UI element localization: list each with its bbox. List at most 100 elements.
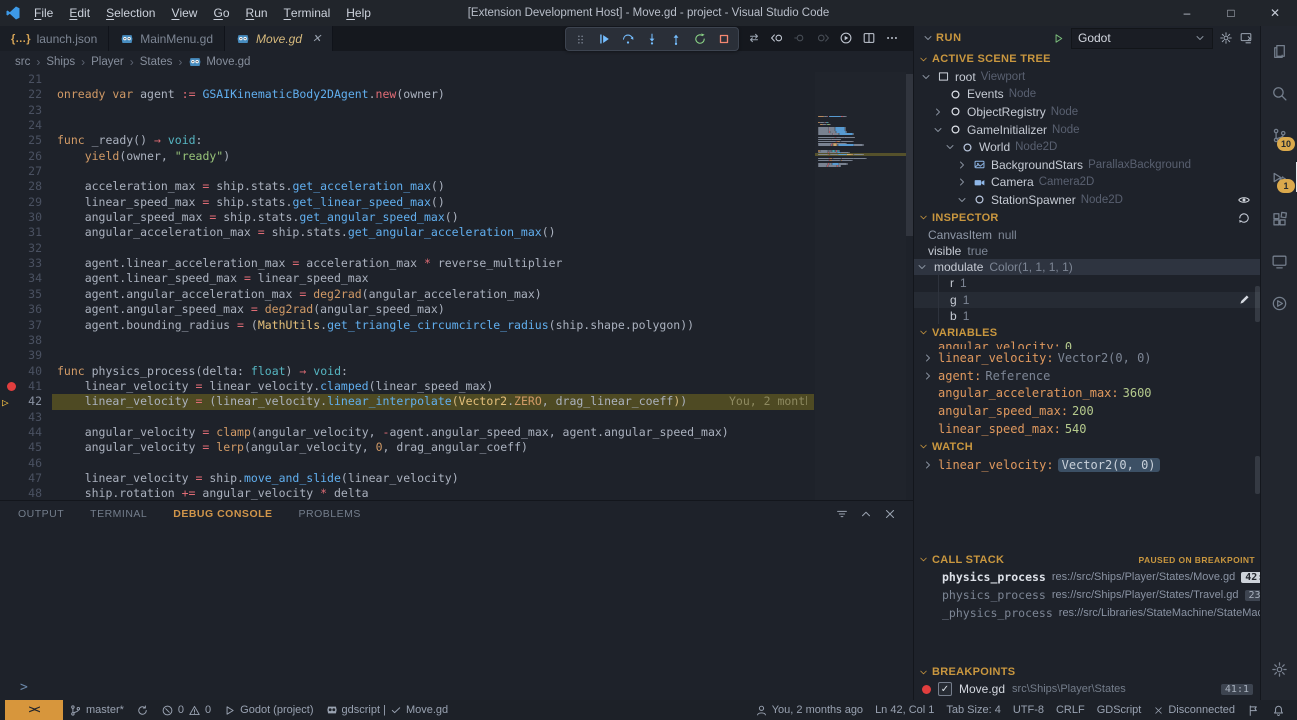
encoding-item[interactable]: UTF-8 xyxy=(1007,700,1050,720)
run-file-button[interactable] xyxy=(834,28,857,48)
menu-item-view[interactable]: View xyxy=(163,0,205,26)
section-watch[interactable]: WATCH xyxy=(914,438,1261,456)
tab-move-gd[interactable]: Move.gd✕ xyxy=(225,26,333,51)
code-line[interactable]: ▷42 linear_velocity = (linear_velocity.l… xyxy=(0,394,913,409)
close-button[interactable]: ✕ xyxy=(1253,0,1297,26)
step-over-button[interactable] xyxy=(616,29,640,49)
panel-filter-button[interactable] xyxy=(835,507,849,521)
code-line[interactable]: 31 angular_acceleration_max = ship.stats… xyxy=(0,225,913,240)
inspector-property-modulate[interactable]: modulateColor(1, 1, 1, 1) xyxy=(914,259,1261,275)
gear-icon[interactable] xyxy=(1219,31,1233,45)
code-line[interactable]: 44 angular_velocity = clamp(angular_velo… xyxy=(0,425,913,440)
eol-item[interactable]: CRLF xyxy=(1050,700,1091,720)
debug-console-prompt[interactable]: > xyxy=(20,680,28,695)
panel-tab-debug-console[interactable]: DEBUG CONSOLE xyxy=(173,508,272,520)
code-line[interactable]: 25func _ready() → void: xyxy=(0,133,913,148)
inspector-property-canvasitem[interactable]: CanvasItemnull xyxy=(914,227,1261,243)
scene-tree-item-stationspawner[interactable]: StationSpawnerNode2D xyxy=(914,191,1261,209)
code-line[interactable]: 23 xyxy=(0,103,913,118)
feedback-item[interactable] xyxy=(1241,700,1266,720)
code-line[interactable]: 32 xyxy=(0,241,913,256)
activity-search[interactable] xyxy=(1261,72,1297,114)
scene-tree-item-camera[interactable]: CameraCamera2D xyxy=(914,174,1261,192)
stop-button[interactable] xyxy=(712,29,736,49)
scene-tree-item-root[interactable]: rootViewport xyxy=(914,68,1261,86)
breadcrumb-item[interactable]: Ships xyxy=(46,56,75,68)
code-line[interactable]: 43 xyxy=(0,410,913,425)
call-stack-frame[interactable]: physics_processres://src/Ships/Player/St… xyxy=(914,586,1261,604)
tab-size-item[interactable]: Tab Size: 4 xyxy=(940,700,1006,720)
scene-tree-item-backgroundstars[interactable]: BackgroundStarsParallaxBackground xyxy=(914,156,1261,174)
minimap[interactable] xyxy=(815,72,906,500)
variable-row[interactable]: angular_acceleration_max:3600 xyxy=(914,384,1261,402)
minimize-button[interactable]: – xyxy=(1165,0,1209,26)
open-debug-console-icon[interactable] xyxy=(1239,31,1253,45)
activity-source-control[interactable]: 10 xyxy=(1261,114,1297,156)
menu-item-file[interactable]: File xyxy=(26,0,61,26)
section-breakpoints[interactable]: BREAKPOINTS xyxy=(914,663,1261,681)
breadcrumb-item[interactable]: src xyxy=(15,56,30,68)
git-branch-item[interactable]: master* xyxy=(63,700,130,720)
code-line[interactable]: 39 xyxy=(0,348,913,363)
menu-item-selection[interactable]: Selection xyxy=(98,0,163,26)
code-line[interactable]: 29 linear_speed_max = ship.stats.get_lin… xyxy=(0,195,913,210)
code-line[interactable]: 47 linear_velocity = ship.move_and_slide… xyxy=(0,471,913,486)
breadcrumb-item[interactable]: States xyxy=(140,56,173,68)
language-status-item[interactable]: gdscript |Move.gd xyxy=(320,700,455,720)
activity-explorer[interactable] xyxy=(1261,30,1297,72)
section-inspector[interactable]: INSPECTOR xyxy=(914,209,1261,227)
code-editor[interactable]: 2122onready var agent := GSAIKinematicBo… xyxy=(0,72,913,500)
code-line[interactable]: 45 angular_velocity = lerp(angular_veloc… xyxy=(0,440,913,455)
call-stack-frame[interactable]: physics_processres://src/Ships/Player/St… xyxy=(914,569,1261,587)
activity-remote-explorer[interactable] xyxy=(1261,240,1297,282)
run-project-item[interactable]: Godot (project) xyxy=(217,700,319,720)
variable-row[interactable]: linear_velocity:Vector2(0, 0) xyxy=(914,349,1261,367)
maximize-button[interactable]: □ xyxy=(1209,0,1253,26)
code-line[interactable]: 22onready var agent := GSAIKinematicBody… xyxy=(0,87,913,102)
code-line[interactable]: 24 xyxy=(0,118,913,133)
editor-scrollbar[interactable] xyxy=(906,74,913,236)
section-call-stack[interactable]: CALL STACKPAUSED ON BREAKPOINT xyxy=(914,551,1261,569)
code-line[interactable]: 30 angular_speed_max = ship.stats.get_an… xyxy=(0,210,913,225)
inspector-property-g[interactable]: g1 xyxy=(914,292,1261,308)
menu-item-go[interactable]: Go xyxy=(205,0,237,26)
start-debug-button[interactable] xyxy=(1052,32,1065,45)
panel-tab-problems[interactable]: PROBLEMS xyxy=(299,508,361,520)
code-line[interactable]: 41 linear_velocity = linear_velocity.cla… xyxy=(0,379,913,394)
launch-configuration-select[interactable]: Godot xyxy=(1071,28,1213,49)
code-line[interactable]: 40func physics_process(delta: float) → v… xyxy=(0,364,913,379)
variable-row[interactable]: agent:Reference xyxy=(914,367,1261,385)
scene-tree-item-gameinitializer[interactable]: GameInitializerNode xyxy=(914,121,1261,139)
navigate-back-button[interactable] xyxy=(765,28,788,48)
step-into-button[interactable] xyxy=(640,29,664,49)
panel-close-button[interactable] xyxy=(883,507,897,521)
scene-tree-item-events[interactable]: EventsNode xyxy=(914,86,1261,104)
activity-extensions[interactable] xyxy=(1261,198,1297,240)
more-actions-button[interactable] xyxy=(880,28,903,48)
tab-launch-json[interactable]: {…}launch.json xyxy=(0,26,109,51)
close-icon[interactable]: ✕ xyxy=(312,32,321,45)
cursor-position-item[interactable]: Ln 42, Col 1 xyxy=(869,700,940,720)
variable-row[interactable]: linear_speed_max:540 xyxy=(914,420,1261,438)
tab-mainmenu-gd[interactable]: MainMenu.gd xyxy=(109,26,225,51)
split-editor-button[interactable] xyxy=(857,28,880,48)
menu-item-edit[interactable]: Edit xyxy=(61,0,98,26)
code-line[interactable]: 26 yield(owner, "ready") xyxy=(0,149,913,164)
swap-editor-button[interactable] xyxy=(742,28,765,48)
variable-row[interactable]: angular_speed_max:200 xyxy=(914,402,1261,420)
inspector-property-b[interactable]: b1 xyxy=(914,308,1261,324)
restart-button[interactable] xyxy=(688,29,712,49)
drag-handle[interactable] xyxy=(568,29,592,49)
section-active-scene-tree[interactable]: ACTIVE SCENE TREE xyxy=(914,50,1261,68)
menu-item-terminal[interactable]: Terminal xyxy=(276,0,339,26)
breadcrumb-item[interactable]: Player xyxy=(91,56,124,68)
panel-chevron-up-button[interactable] xyxy=(859,507,873,521)
remote-indicator[interactable]: >< xyxy=(5,700,63,720)
code-line[interactable]: 28 acceleration_max = ship.stats.get_acc… xyxy=(0,179,913,194)
code-line[interactable]: 34 agent.linear_speed_max = linear_speed… xyxy=(0,271,913,286)
continue-button[interactable] xyxy=(592,29,616,49)
scene-tree-item-objectregistry[interactable]: ObjectRegistryNode xyxy=(914,103,1261,121)
code-line[interactable]: 48 ship.rotation += angular_velocity * d… xyxy=(0,486,913,500)
breakpoint-row[interactable]: ✓Move.gdsrc\Ships\Player\States41:1 xyxy=(914,681,1261,697)
notifications-item[interactable] xyxy=(1266,700,1291,720)
